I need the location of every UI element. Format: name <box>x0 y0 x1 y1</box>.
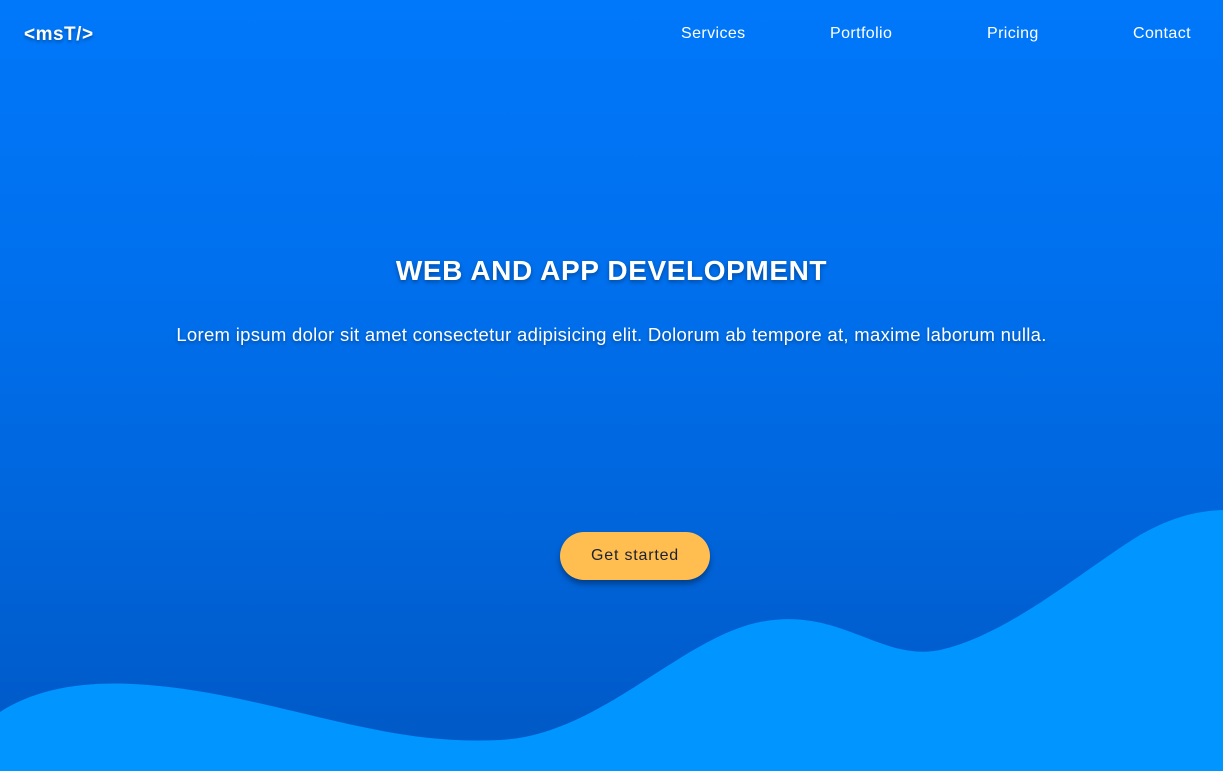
nav-link-pricing[interactable]: Pricing <box>987 25 1039 43</box>
hero-subtitle: Lorem ipsum dolor sit amet consectetur a… <box>176 324 1047 345</box>
nav-link-services[interactable]: Services <box>681 25 746 43</box>
top-navbar: <msT/> Services Portfolio Pricing Contac… <box>0 0 1223 70</box>
wave-decoration <box>0 510 1223 771</box>
hero-section: <msT/> Services Portfolio Pricing Contac… <box>0 0 1223 771</box>
get-started-button[interactable]: Get started <box>560 532 710 580</box>
nav-link-portfolio[interactable]: Portfolio <box>830 25 892 43</box>
brand-logo[interactable]: <msT/> <box>24 24 94 46</box>
nav-link-contact[interactable]: Contact <box>1133 25 1191 43</box>
hero-title: WEB AND APP DEVELOPMENT <box>395 255 828 286</box>
